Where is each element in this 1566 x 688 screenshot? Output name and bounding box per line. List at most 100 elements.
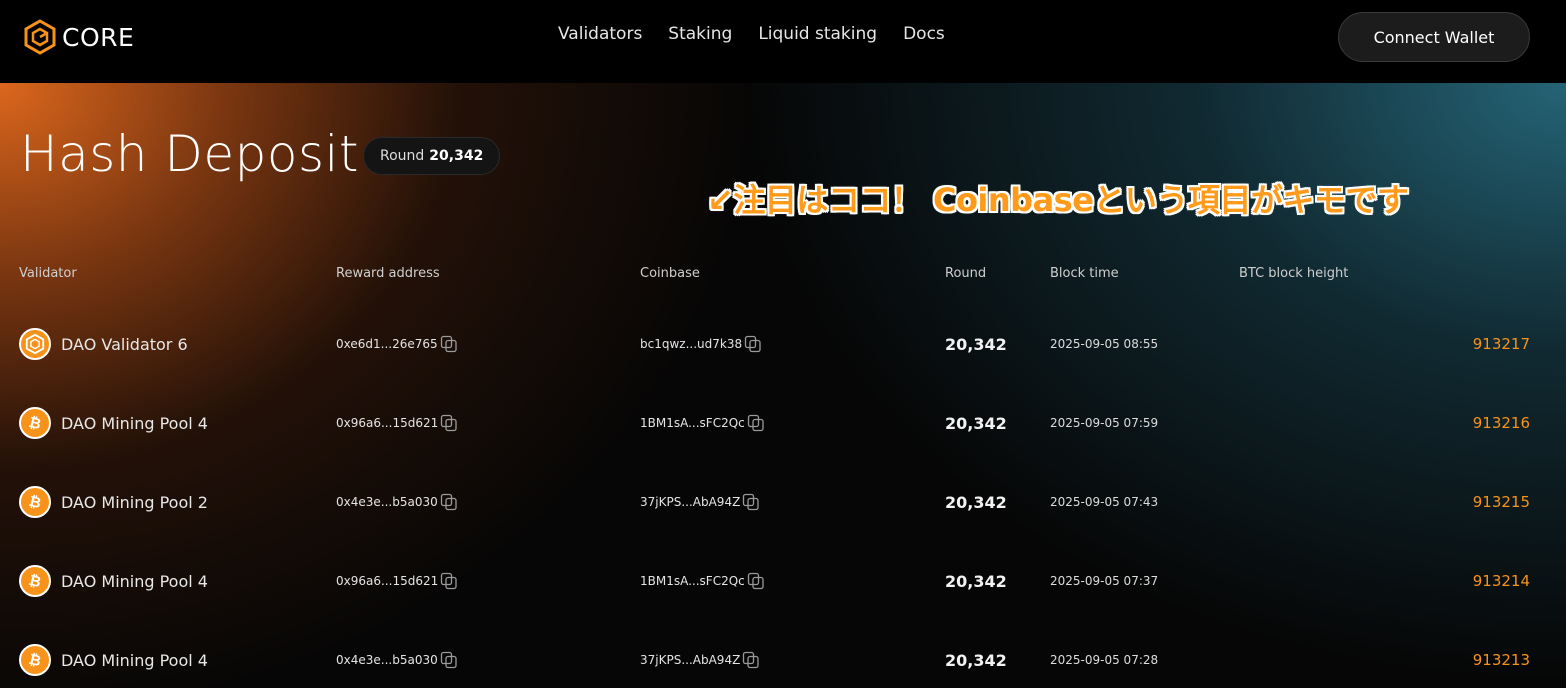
copy-icon[interactable] bbox=[440, 493, 458, 511]
round-value: 20,342 bbox=[945, 492, 1007, 512]
round-cell: 20,342 bbox=[945, 482, 1007, 522]
btc-block-height-cell: 913214 bbox=[1473, 561, 1530, 601]
validator-name[interactable]: DAO Mining Pool 2 bbox=[61, 493, 208, 512]
hash-deposit-section: Hash Deposit Round 20,342 ↙注目はココ！ Coinba… bbox=[0, 83, 1566, 688]
svg-text:₿: ₿ bbox=[27, 414, 43, 433]
copy-icon[interactable] bbox=[742, 493, 760, 511]
round-badge: Round 20,342 bbox=[363, 137, 501, 175]
column-header-btc-block-height: BTC block height bbox=[1239, 266, 1349, 281]
table-row[interactable]: ₿ DAO Mining Pool 4 0x96a6...15d621 1BM1sA.… bbox=[0, 561, 1566, 601]
btc-block-height-link[interactable]: 913215 bbox=[1473, 493, 1530, 511]
reward-address: 0x96a6...15d621 bbox=[336, 416, 439, 430]
validator-cell[interactable]: ₿ DAO Mining Pool 4 bbox=[19, 403, 208, 443]
block-time-cell: 2025-09-05 07:28 bbox=[1050, 640, 1158, 680]
copy-icon[interactable] bbox=[742, 651, 760, 669]
reward-address: 0x4e3e...b5a030 bbox=[336, 495, 438, 509]
round-badge-label: Round bbox=[380, 148, 425, 164]
block-time: 2025-09-05 07:37 bbox=[1050, 574, 1159, 588]
round-value: 20,342 bbox=[945, 650, 1007, 670]
round-value: 20,342 bbox=[945, 334, 1007, 354]
reward-address: 0x96a6...15d621 bbox=[336, 574, 439, 588]
nav-links: Validators Staking Liquid staking Docs bbox=[558, 24, 945, 44]
column-header-validator: Validator bbox=[19, 266, 77, 281]
column-header-round: Round bbox=[945, 266, 987, 281]
connect-wallet-button[interactable]: Connect Wallet bbox=[1338, 12, 1530, 62]
reward-address-cell: 0x96a6...15d621 bbox=[336, 403, 458, 443]
svg-text:₿: ₿ bbox=[27, 493, 43, 512]
copy-icon[interactable] bbox=[440, 414, 458, 432]
btc-block-height-link[interactable]: 913214 bbox=[1473, 572, 1530, 590]
table-row[interactable]: ₿ DAO Mining Pool 4 0x4e3e...b5a030 37jKPS.… bbox=[0, 640, 1566, 680]
validator-cell[interactable]: ₿ DAO Mining Pool 4 bbox=[19, 561, 208, 601]
svg-text:₿: ₿ bbox=[27, 572, 43, 591]
core-logo[interactable]: CORE bbox=[24, 19, 134, 55]
validator-cell[interactable]: ₿ DAO Mining Pool 2 bbox=[19, 482, 208, 522]
coinbase-cell: bc1qwz...ud7k38 bbox=[640, 324, 762, 364]
reward-address: 0x4e3e...b5a030 bbox=[336, 653, 438, 667]
validator-name[interactable]: DAO Validator 6 bbox=[61, 335, 188, 354]
bitcoin-icon: ₿ bbox=[19, 565, 51, 597]
btc-block-height-cell: 913216 bbox=[1473, 403, 1530, 443]
nav-validators[interactable]: Validators bbox=[558, 24, 642, 44]
core-icon bbox=[19, 328, 51, 360]
top-navbar: CORE Validators Staking Liquid staking D… bbox=[0, 0, 1566, 83]
validator-name[interactable]: DAO Mining Pool 4 bbox=[61, 414, 208, 433]
coinbase-address: bc1qwz...ud7k38 bbox=[640, 337, 743, 351]
reward-address-cell: 0x96a6...15d621 bbox=[336, 561, 458, 601]
btc-block-height-link[interactable]: 913213 bbox=[1473, 651, 1530, 669]
block-time: 2025-09-05 08:55 bbox=[1050, 337, 1159, 351]
nav-liquid-staking[interactable]: Liquid staking bbox=[758, 24, 877, 44]
btc-block-height-link[interactable]: 913216 bbox=[1473, 414, 1530, 432]
btc-block-height-link[interactable]: 913217 bbox=[1473, 335, 1530, 353]
coinbase-cell: 37jKPS...AbA94Z bbox=[640, 482, 760, 522]
svg-text:₿: ₿ bbox=[27, 651, 43, 670]
column-header-coinbase: Coinbase bbox=[640, 266, 700, 281]
coinbase-address: 1BM1sA...sFC2Qc bbox=[640, 416, 745, 430]
block-time: 2025-09-05 07:43 bbox=[1050, 495, 1159, 509]
copy-icon[interactable] bbox=[744, 335, 762, 353]
round-cell: 20,342 bbox=[945, 640, 1007, 680]
annotation-overlay: ↙注目はココ！ Coinbaseという項目がキモです bbox=[707, 181, 1409, 219]
copy-icon[interactable] bbox=[747, 572, 765, 590]
nav-docs[interactable]: Docs bbox=[903, 24, 945, 44]
coinbase-cell: 37jKPS...AbA94Z bbox=[640, 640, 760, 680]
coinbase-cell: 1BM1sA...sFC2Qc bbox=[640, 561, 765, 601]
column-header-reward-address: Reward address bbox=[336, 266, 440, 281]
round-value: 20,342 bbox=[945, 413, 1007, 433]
block-time-cell: 2025-09-05 07:43 bbox=[1050, 482, 1158, 522]
table-row[interactable]: DAO Validator 6 0xe6d1...26e765 bc1qwz...u… bbox=[0, 324, 1566, 364]
round-cell: 20,342 bbox=[945, 403, 1007, 443]
btc-block-height-cell: 913215 bbox=[1473, 482, 1530, 522]
btc-block-height-cell: 913217 bbox=[1473, 324, 1530, 364]
table-row[interactable]: ₿ DAO Mining Pool 4 0x96a6...15d621 1BM1sA.… bbox=[0, 403, 1566, 443]
reward-address-cell: 0xe6d1...26e765 bbox=[336, 324, 458, 364]
reward-address-cell: 0x4e3e...b5a030 bbox=[336, 640, 458, 680]
round-badge-value: 20,342 bbox=[429, 148, 484, 164]
validator-name[interactable]: DAO Mining Pool 4 bbox=[61, 651, 208, 670]
block-time-cell: 2025-09-05 07:37 bbox=[1050, 561, 1158, 601]
btc-block-height-cell: 913213 bbox=[1473, 640, 1530, 680]
block-time: 2025-09-05 07:59 bbox=[1050, 416, 1159, 430]
copy-icon[interactable] bbox=[440, 651, 458, 669]
core-logo-icon bbox=[24, 19, 56, 55]
coinbase-address: 37jKPS...AbA94Z bbox=[640, 495, 741, 509]
validator-cell[interactable]: ₿ DAO Mining Pool 4 bbox=[19, 640, 208, 680]
copy-icon[interactable] bbox=[440, 572, 458, 590]
brand-name: CORE bbox=[62, 22, 135, 52]
page-title: Hash Deposit bbox=[20, 125, 360, 183]
coinbase-address: 1BM1sA...sFC2Qc bbox=[640, 574, 745, 588]
reward-address-cell: 0x4e3e...b5a030 bbox=[336, 482, 458, 522]
round-cell: 20,342 bbox=[945, 324, 1007, 364]
validator-name[interactable]: DAO Mining Pool 4 bbox=[61, 572, 208, 591]
bitcoin-icon: ₿ bbox=[19, 644, 51, 676]
copy-icon[interactable] bbox=[440, 335, 458, 353]
validator-cell[interactable]: DAO Validator 6 bbox=[19, 324, 188, 364]
coinbase-address: 37jKPS...AbA94Z bbox=[640, 653, 741, 667]
bitcoin-icon: ₿ bbox=[19, 486, 51, 518]
nav-staking[interactable]: Staking bbox=[668, 24, 732, 44]
copy-icon[interactable] bbox=[747, 414, 765, 432]
round-value: 20,342 bbox=[945, 571, 1007, 591]
block-time-cell: 2025-09-05 08:55 bbox=[1050, 324, 1158, 364]
table-row[interactable]: ₿ DAO Mining Pool 2 0x4e3e...b5a030 37jKPS.… bbox=[0, 482, 1566, 522]
column-header-block-time: Block time bbox=[1050, 266, 1119, 281]
